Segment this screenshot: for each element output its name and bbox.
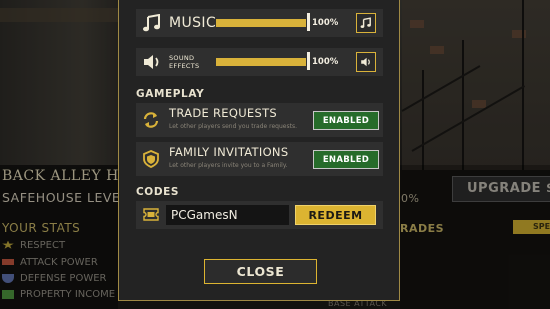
close-button[interactable]: CLOSE: [204, 259, 317, 284]
music-toggle-button[interactable]: [356, 13, 376, 33]
codes-header: CODES: [136, 186, 180, 198]
trade-requests-description: Let other players send you trade request…: [169, 123, 297, 130]
speaker-icon: [144, 55, 159, 69]
family-invitations-row: FAMILY INVITATIONS Let other players inv…: [136, 142, 383, 176]
speaker-icon: [361, 57, 370, 67]
ticket-icon: [143, 208, 159, 221]
sound-effects-volume-value: 100%: [312, 57, 339, 67]
family-invitations-title: FAMILY INVITATIONS: [169, 145, 289, 159]
trade-requests-row: TRADE REQUESTS Let other players send yo…: [136, 103, 383, 137]
redeem-button[interactable]: REDEEM: [295, 205, 376, 225]
music-volume-value: 100%: [312, 18, 339, 28]
sound-effects-row: SOUND EFFECTS 100%: [136, 48, 383, 76]
family-invitations-description: Let other players invite you to a Family…: [169, 162, 288, 169]
gameplay-header: GAMEPLAY: [136, 88, 205, 100]
music-slider-handle[interactable]: [307, 13, 310, 31]
sound-effects-toggle-button[interactable]: [356, 52, 376, 72]
sound-effects-slider-handle[interactable]: [307, 52, 310, 70]
sound-effects-volume-slider[interactable]: [216, 58, 306, 66]
music-label: MUSIC: [169, 15, 217, 31]
music-row: MUSIC 100%: [136, 9, 383, 37]
settings-modal: MUSIC 100% SOUND EFFECTS 100% GAMEPLAY T…: [118, 0, 400, 301]
code-redeem-row: PCGamesN REDEEM: [136, 201, 383, 229]
trade-requests-toggle[interactable]: ENABLED: [313, 111, 379, 130]
shield-icon: [143, 150, 159, 168]
family-invitations-toggle[interactable]: ENABLED: [313, 150, 379, 169]
music-volume-slider[interactable]: [216, 19, 306, 27]
sound-effects-label: SOUND EFFECTS: [169, 54, 200, 70]
trade-requests-title: TRADE REQUESTS: [169, 106, 278, 120]
music-note-icon: [360, 17, 371, 28]
trade-arrows-icon: [143, 112, 159, 128]
music-note-icon: [143, 14, 160, 32]
code-input-field[interactable]: PCGamesN: [166, 205, 289, 225]
